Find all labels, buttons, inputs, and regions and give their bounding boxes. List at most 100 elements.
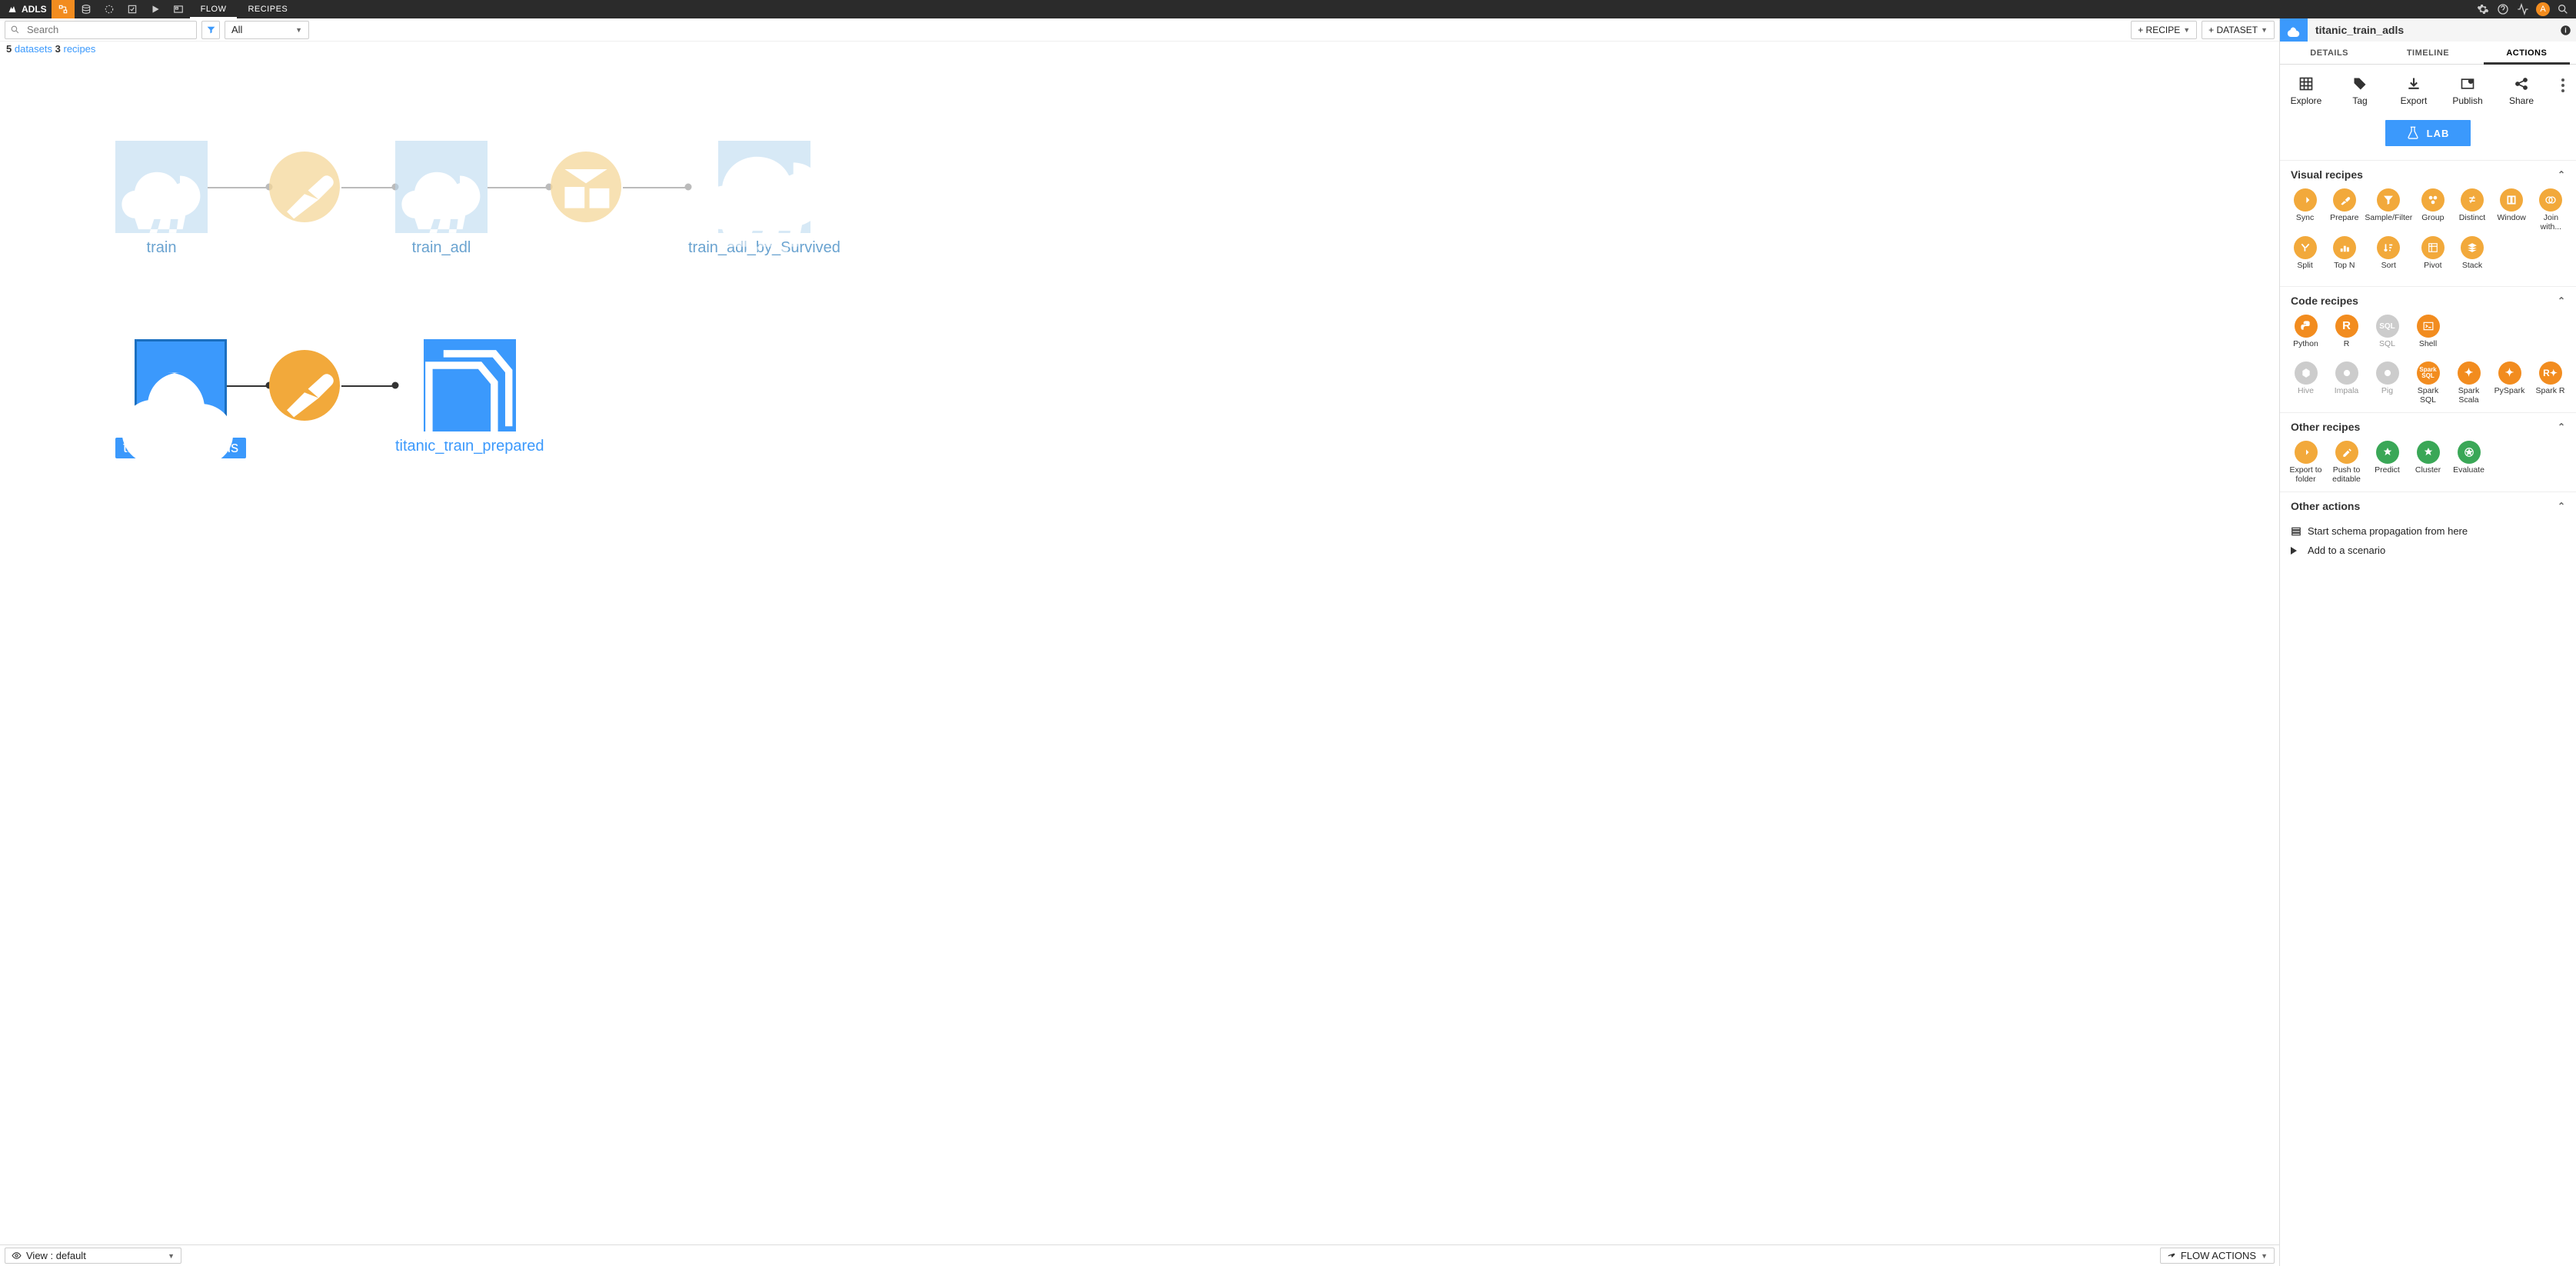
recipe-pyspark[interactable]: ✦PySpark (2490, 361, 2529, 405)
code-recipes-grid: Python RR SQLSQL Shell Hive Impala Pig S… (2280, 312, 2576, 412)
recipe-window[interactable]: Window (2493, 188, 2531, 232)
flow-canvas[interactable]: train train_adl (0, 56, 2279, 1244)
recipe-split[interactable]: Split (2286, 236, 2324, 278)
recipe-evaluate[interactable]: Evaluate (2449, 441, 2488, 484)
nav-analysis-icon[interactable] (121, 0, 144, 18)
svg-text:+: + (2469, 79, 2472, 85)
download-icon (2405, 75, 2422, 92)
tab-timeline[interactable]: TIMELINE (2378, 42, 2477, 64)
recipe-prepare[interactable]: Prepare (2325, 188, 2363, 232)
filter-button[interactable] (201, 21, 220, 39)
recipe-python[interactable]: Python (2286, 315, 2325, 357)
tag-icon (2351, 75, 2368, 92)
more-menu-icon[interactable] (2557, 75, 2568, 92)
recipe-sample[interactable]: Sample/Filter (2365, 188, 2412, 232)
dataset-count: 5 (6, 43, 12, 55)
recipe-push-editable[interactable]: Push to editable (2327, 441, 2366, 484)
recipe-sparkscala[interactable]: ✦Spark Scala (2449, 361, 2488, 405)
activity-icon[interactable] (2513, 0, 2533, 18)
nav-tab-flow[interactable]: FLOW (190, 0, 238, 18)
recipe-predict[interactable]: Predict (2368, 441, 2407, 484)
add-dataset-button[interactable]: + DATASET ▼ (2202, 21, 2275, 39)
action-schema-propagation[interactable]: Start schema propagation from here (2291, 521, 2565, 541)
recipe-sparkr[interactable]: R✦Spark R (2531, 361, 2570, 405)
share-icon (2513, 75, 2530, 92)
publish-button[interactable]: + Publish (2449, 75, 2486, 106)
panel-body: Explore Tag Export + Publish Share (2280, 65, 2576, 1266)
search-input[interactable] (24, 24, 196, 35)
toolbar: All ▼ + RECIPE ▼ + DATASET ▼ (0, 18, 2279, 42)
recipe-sort[interactable]: Sort (2365, 236, 2412, 278)
info-icon[interactable]: i (2554, 25, 2576, 36)
caret-down-icon: ▼ (295, 26, 302, 34)
node-titanic-train-adls[interactable]: titanic_train_adls (115, 339, 246, 458)
nav-dashboards-icon[interactable] (167, 0, 190, 18)
recipe-r[interactable]: RR (2327, 315, 2366, 357)
brand[interactable]: ADLS (3, 4, 52, 15)
panel-title: titanic_train_adls (2308, 24, 2554, 36)
nav-flow-icon[interactable] (52, 0, 75, 18)
recipe-hive[interactable]: Hive (2286, 361, 2325, 405)
node-recipe-prepare-1[interactable] (269, 152, 340, 222)
section-code-recipes[interactable]: Code recipes ⌃ (2280, 286, 2576, 312)
recipe-topn[interactable]: Top N (2325, 236, 2363, 278)
search-icon (5, 25, 24, 35)
nav-recipes-icon[interactable] (98, 0, 121, 18)
recipe-sync[interactable]: Sync (2286, 188, 2324, 232)
explore-button[interactable]: Explore (2288, 75, 2325, 106)
tab-actions[interactable]: ACTIONS (2478, 42, 2576, 64)
recipe-sql[interactable]: SQLSQL (2368, 315, 2407, 357)
export-button[interactable]: Export (2395, 75, 2432, 106)
chevron-up-icon: ⌃ (2558, 501, 2565, 511)
lab-button[interactable]: LAB (2385, 120, 2471, 146)
footer: View : default ▼ FLOW ACTIONS ▼ (0, 1244, 2279, 1266)
recipe-shell[interactable]: Shell (2408, 315, 2448, 357)
node-train-adl[interactable]: train_adl (395, 141, 488, 257)
node-train-adl-by-survived[interactable]: train_adl_by_Survived (688, 141, 840, 257)
section-visual-recipes[interactable]: Visual recipes ⌃ (2280, 160, 2576, 185)
topnav: ADLS FLOW RECIPES A (0, 0, 2576, 18)
recipes-link[interactable]: recipes (64, 43, 96, 55)
tab-details[interactable]: DETAILS (2280, 42, 2378, 64)
filter-select[interactable]: All ▼ (225, 21, 309, 39)
search-box[interactable] (5, 21, 197, 39)
tag-button[interactable]: Tag (2341, 75, 2378, 106)
node-recipe-prepare-2[interactable] (269, 350, 340, 421)
other-actions-list: Start schema propagation from here Add t… (2280, 517, 2576, 575)
flow-actions-button[interactable]: FLOW ACTIONS ▼ (2160, 1248, 2275, 1264)
recipe-impala[interactable]: Impala (2327, 361, 2366, 405)
nav-tab-recipes[interactable]: RECIPES (237, 0, 298, 18)
node-titanic-train-prepared[interactable]: titanic_train_prepared (395, 339, 544, 455)
recipe-cluster[interactable]: Cluster (2408, 441, 2448, 484)
recipe-stack[interactable]: Stack (2453, 236, 2491, 278)
section-other-actions[interactable]: Other actions ⌃ (2280, 491, 2576, 517)
nav-jobs-icon[interactable] (144, 0, 167, 18)
recipe-pig[interactable]: Pig (2368, 361, 2407, 405)
view-selector[interactable]: View : default ▼ (5, 1248, 181, 1264)
section-other-recipes[interactable]: Other recipes ⌃ (2280, 412, 2576, 438)
caret-down-icon: ▼ (2261, 26, 2268, 34)
publish-icon: + (2459, 75, 2476, 92)
datasets-link[interactable]: datasets (15, 43, 52, 55)
share-button[interactable]: Share (2503, 75, 2540, 106)
add-recipe-button[interactable]: + RECIPE ▼ (2131, 21, 2197, 39)
recipe-export-folder[interactable]: Export to folder (2286, 441, 2325, 484)
settings-icon[interactable] (2473, 0, 2493, 18)
recipe-count: 3 (55, 43, 61, 55)
recipe-group[interactable]: Group (2414, 188, 2451, 232)
recipe-pivot[interactable]: Pivot (2414, 236, 2451, 278)
svg-text:i: i (2564, 26, 2566, 34)
panel-tabs: DETAILS TIMELINE ACTIONS (2280, 42, 2576, 65)
chevron-up-icon: ⌃ (2558, 169, 2565, 180)
right-panel: titanic_train_adls i DETAILS TIMELINE AC… (2279, 18, 2576, 1266)
node-recipe-group[interactable] (551, 152, 621, 222)
action-add-scenario[interactable]: Add to a scenario (2291, 541, 2565, 560)
help-icon[interactable] (2493, 0, 2513, 18)
user-avatar[interactable]: A (2533, 0, 2553, 18)
recipe-distinct[interactable]: ≠Distinct (2453, 188, 2491, 232)
node-train[interactable]: train (115, 141, 208, 257)
search-icon[interactable] (2553, 0, 2573, 18)
recipe-sparksql[interactable]: SparkSQLSpark SQL (2408, 361, 2448, 405)
nav-datasets-icon[interactable] (75, 0, 98, 18)
recipe-join[interactable]: Join with... (2532, 188, 2570, 232)
